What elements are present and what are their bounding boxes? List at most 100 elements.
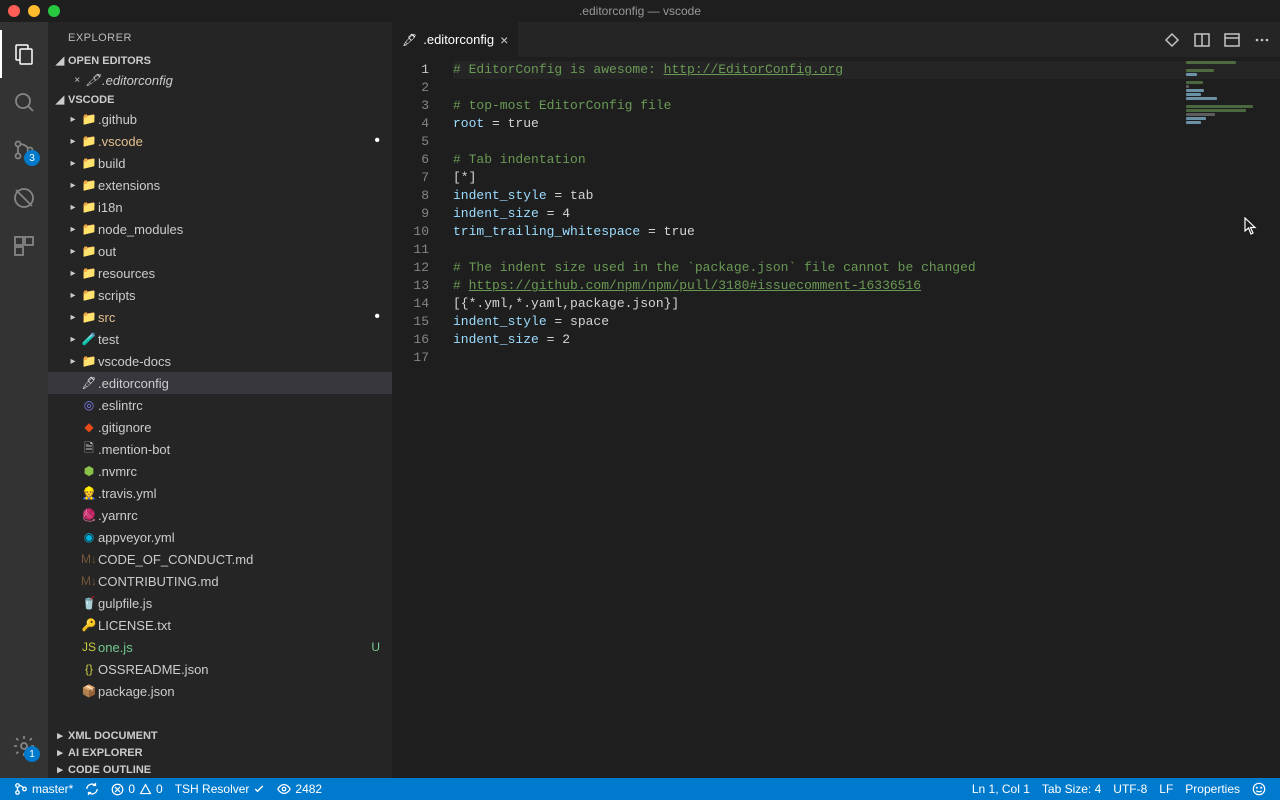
tree-item-label: package.json [98, 684, 380, 699]
problems-status[interactable]: 0 0 [105, 778, 168, 800]
close-tab-icon[interactable]: × [500, 32, 508, 48]
close-editor-icon[interactable]: × [70, 75, 84, 86]
tree-item-label: test [98, 332, 380, 347]
extensions-view-icon[interactable] [0, 222, 48, 270]
code-line[interactable] [453, 349, 1280, 367]
file-item[interactable]: ⬢ .nvmrc [48, 460, 392, 482]
debug-view-icon[interactable] [0, 174, 48, 222]
modified-dot-icon: • [374, 132, 380, 150]
tree-item-label: .vscode [98, 134, 374, 149]
editorconfig-file-icon: 🖋 [402, 33, 417, 47]
split-editor-icon[interactable] [1194, 32, 1210, 48]
code-line[interactable]: indent_size = 2 [453, 331, 1280, 349]
code-line[interactable]: indent_style = space [453, 313, 1280, 331]
code-line[interactable]: # EditorConfig is awesome: http://Editor… [453, 61, 1280, 79]
code-line[interactable]: indent_style = tab [453, 187, 1280, 205]
tree-item-label: .github [98, 112, 380, 127]
layout-icon[interactable] [1224, 32, 1240, 48]
editor-body[interactable]: 1234567891011121314151617 # EditorConfig… [392, 57, 1280, 778]
feedback-icon[interactable] [1246, 782, 1272, 796]
encoding-status[interactable]: UTF-8 [1107, 782, 1153, 796]
collapsed-section[interactable]: ▸AI EXPLORER [48, 744, 392, 761]
open-editor-item[interactable]: × 🖋 .editorconfig [48, 69, 392, 91]
language-mode-status[interactable]: Properties [1179, 782, 1246, 796]
collapsed-section[interactable]: ▸CODE OUTLINE [48, 761, 392, 778]
file-item[interactable]: 👷 .travis.yml [48, 482, 392, 504]
explorer-view-icon[interactable] [0, 30, 48, 78]
folder-item[interactable]: ▸ 📁 vscode-docs [48, 350, 392, 372]
views-status[interactable]: 2482 [271, 778, 328, 800]
eol-status[interactable]: LF [1153, 782, 1179, 796]
chevron-right-icon: ▸ [66, 290, 80, 301]
chevron-right-icon: ▸ [66, 334, 80, 345]
file-icon: 📁 [80, 112, 98, 126]
file-icon: 🗎 [80, 439, 98, 460]
file-item[interactable]: M↓ CONTRIBUTING.md [48, 570, 392, 592]
code-line[interactable] [453, 133, 1280, 151]
file-icon: 📦 [80, 684, 98, 698]
file-item[interactable]: 🥤 gulpfile.js [48, 592, 392, 614]
folder-item[interactable]: ▸ 📁 out [48, 240, 392, 262]
folder-item[interactable]: ▸ 📁 i18n [48, 196, 392, 218]
code-line[interactable] [453, 79, 1280, 97]
search-view-icon[interactable] [0, 78, 48, 126]
folder-item[interactable]: ▸ 📁 .github [48, 108, 392, 130]
file-icon: 📁 [80, 178, 98, 192]
tab-size-status[interactable]: Tab Size: 4 [1036, 782, 1107, 796]
code-line[interactable]: [{*.yml,*.yaml,package.json}] [453, 295, 1280, 313]
source-control-view-icon[interactable]: 3 [0, 126, 48, 174]
file-item[interactable]: {} OSSREADME.json [48, 658, 392, 680]
more-actions-icon[interactable] [1254, 32, 1270, 48]
file-item[interactable]: JS one.js U [48, 636, 392, 658]
code-line[interactable]: # top-most EditorConfig file [453, 97, 1280, 115]
cursor-position-status[interactable]: Ln 1, Col 1 [966, 782, 1036, 796]
file-item[interactable]: ◎ .eslintrc [48, 394, 392, 416]
close-window-icon[interactable] [8, 5, 20, 17]
folder-item[interactable]: ▸ 📁 .vscode • [48, 130, 392, 152]
collapsed-section[interactable]: ▸XML DOCUMENT [48, 727, 392, 744]
chevron-right-icon: ▸ [66, 356, 80, 367]
file-item[interactable]: M↓ CODE_OF_CONDUCT.md [48, 548, 392, 570]
code-content[interactable]: # EditorConfig is awesome: http://Editor… [447, 57, 1280, 778]
code-line[interactable]: trim_trailing_whitespace = true [453, 223, 1280, 241]
maximize-window-icon[interactable] [48, 5, 60, 17]
file-item[interactable]: 📦 package.json [48, 680, 392, 702]
chevron-right-icon: ▸ [66, 268, 80, 279]
git-status-badge: U [371, 640, 380, 654]
gitlens-icon[interactable] [1164, 32, 1180, 48]
folder-item[interactable]: ▸ 📁 node_modules [48, 218, 392, 240]
folder-item[interactable]: ▸ 📁 build [48, 152, 392, 174]
code-line[interactable]: # The indent size used in the `package.j… [453, 259, 1280, 277]
code-line[interactable]: root = true [453, 115, 1280, 133]
folder-item[interactable]: ▸ 🧪 test [48, 328, 392, 350]
code-line[interactable]: indent_size = 4 [453, 205, 1280, 223]
code-line[interactable]: [*] [453, 169, 1280, 187]
file-icon: 📁 [80, 244, 98, 258]
settings-gear-icon[interactable]: 1 [0, 722, 48, 770]
tree-item-label: one.js [98, 640, 371, 655]
code-line[interactable] [453, 241, 1280, 259]
scm-badge: 3 [24, 150, 40, 166]
workspace-section[interactable]: ◢ VSCODE [48, 91, 392, 108]
folder-item[interactable]: ▸ 📁 extensions [48, 174, 392, 196]
file-item[interactable]: 🗎 .mention-bot [48, 438, 392, 460]
file-item[interactable]: 🧶 .yarnrc [48, 504, 392, 526]
open-editors-section[interactable]: ◢ OPEN EDITORS [48, 52, 392, 69]
folder-item[interactable]: ▸ 📁 src • [48, 306, 392, 328]
folder-item[interactable]: ▸ 📁 scripts [48, 284, 392, 306]
tree-item-label: out [98, 244, 380, 259]
chevron-right-icon: ▸ [52, 763, 68, 776]
minimize-window-icon[interactable] [28, 5, 40, 17]
sync-status[interactable] [79, 778, 105, 800]
resolver-status[interactable]: TSH Resolver [169, 778, 272, 800]
branch-status[interactable]: master* [8, 778, 79, 800]
file-item[interactable]: 🖋 .editorconfig [48, 372, 392, 394]
tab-editorconfig[interactable]: 🖋 .editorconfig × [392, 22, 519, 57]
file-item[interactable]: ◆ .gitignore [48, 416, 392, 438]
editor-area: 🖋 .editorconfig × 12345678910 [392, 22, 1280, 778]
file-item[interactable]: 🔑 LICENSE.txt [48, 614, 392, 636]
code-line[interactable]: # Tab indentation [453, 151, 1280, 169]
folder-item[interactable]: ▸ 📁 resources [48, 262, 392, 284]
code-line[interactable]: # https://github.com/npm/npm/pull/3180#i… [453, 277, 1280, 295]
file-item[interactable]: ◉ appveyor.yml [48, 526, 392, 548]
